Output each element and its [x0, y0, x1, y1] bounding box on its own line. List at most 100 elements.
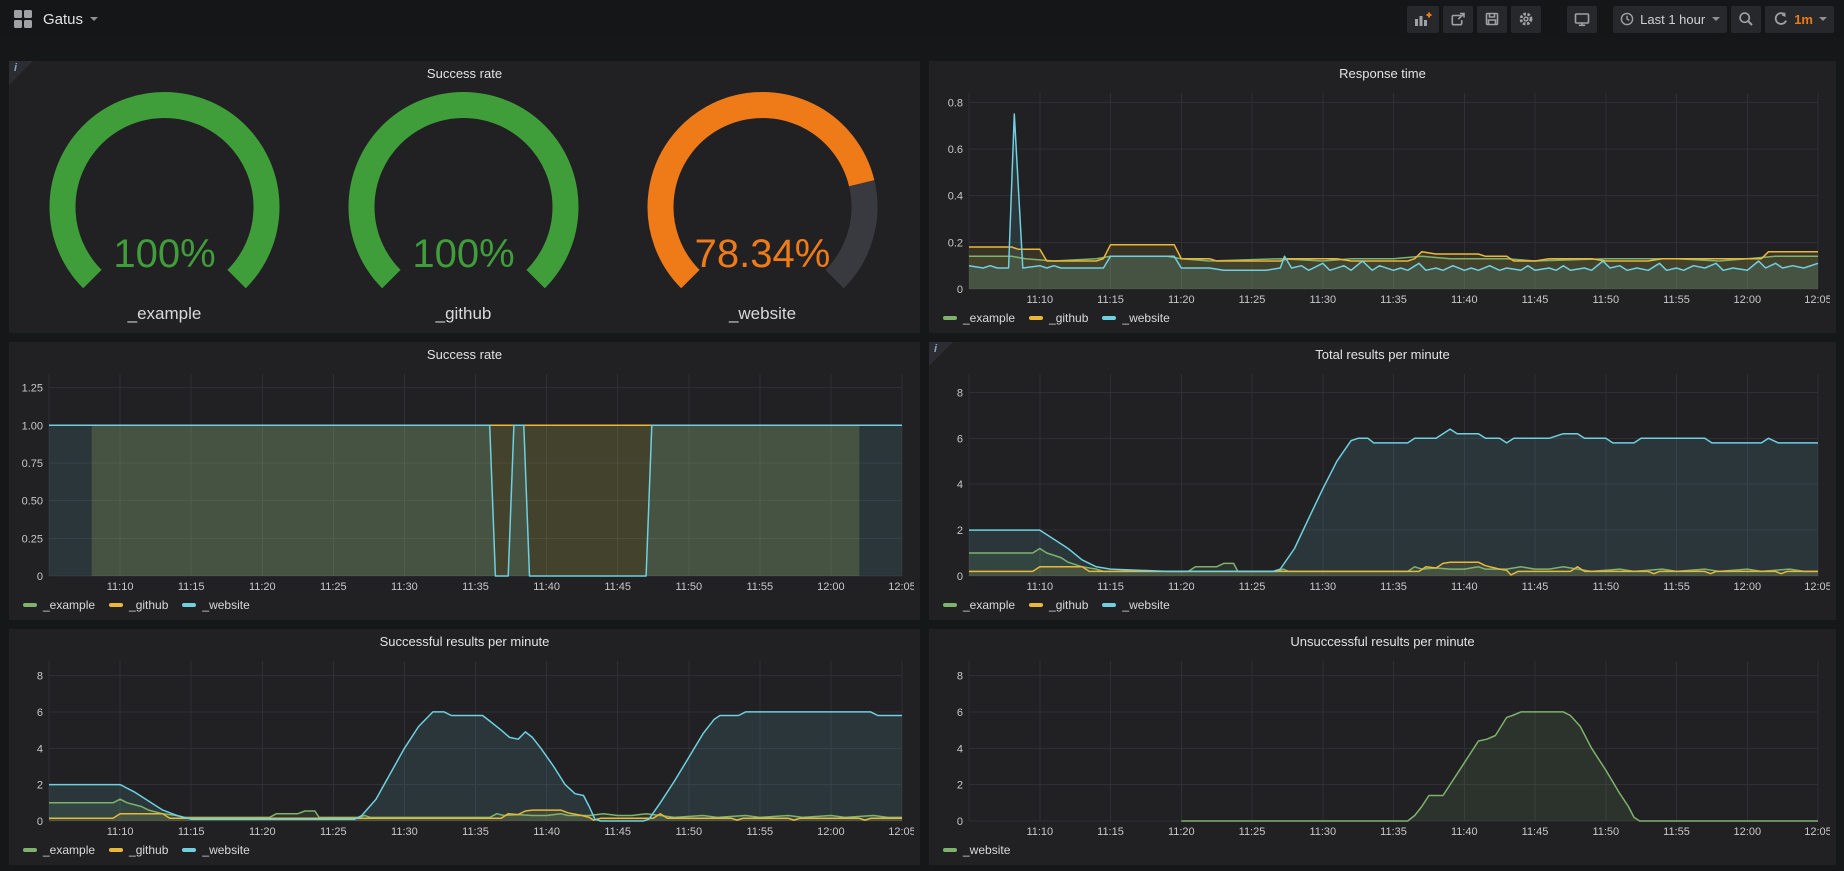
- y-axis-tick-label: 4: [957, 479, 963, 491]
- gauge-value: 100%: [412, 232, 514, 276]
- share-icon: [1450, 11, 1466, 27]
- gauge-row: 100%_example100%_github78.34%_website: [9, 87, 920, 329]
- gauge-value: 100%: [113, 232, 215, 276]
- y-axis-tick-label: 0: [957, 816, 963, 828]
- x-axis-tick-label: 11:50: [1592, 294, 1619, 306]
- x-axis-tick-label: 12:05: [888, 826, 914, 838]
- save-button[interactable]: [1477, 6, 1507, 33]
- legend-item-_website[interactable]: _website: [1102, 311, 1169, 325]
- panel-title[interactable]: Unsuccessful results per minute: [929, 629, 1836, 655]
- legend-item-_github[interactable]: _github: [1029, 311, 1088, 325]
- legend-item-_github[interactable]: _github: [1029, 598, 1088, 612]
- info-icon[interactable]: i: [14, 62, 17, 74]
- x-axis-tick-label: 11:50: [1592, 826, 1619, 838]
- legend-item-_github[interactable]: _github: [109, 843, 168, 857]
- gauge-remainder-arc: [835, 183, 865, 279]
- x-axis-tick-label: 11:15: [1097, 294, 1124, 306]
- success-rate-chart[interactable]: 00.250.500.751.001.2511:1011:1511:2011:2…: [15, 368, 914, 594]
- legend-item-_website[interactable]: _website: [182, 843, 249, 857]
- x-axis-tick-label: 11:35: [1380, 826, 1407, 838]
- gauge-label: _example: [128, 303, 202, 329]
- legend-item-_website[interactable]: _website: [943, 843, 1010, 857]
- x-axis-tick-label: 12:05: [1804, 581, 1830, 593]
- x-axis-tick-label: 11:40: [1451, 581, 1478, 593]
- gauge-arc: 78.34%: [613, 87, 912, 303]
- chart-wrap: 00.250.500.751.001.2511:1011:1511:2011:2…: [9, 368, 920, 616]
- x-axis-tick-label: 11:25: [1239, 581, 1266, 593]
- legend-marker: [1029, 316, 1043, 320]
- x-axis-tick-label: 11:45: [1522, 294, 1549, 306]
- x-axis-tick-label: 12:05: [1804, 826, 1830, 838]
- response-time-chart[interactable]: 00.20.40.60.811:1011:1511:2011:2511:3011…: [935, 87, 1830, 307]
- chevron-down-icon: [1712, 17, 1720, 21]
- panel-title[interactable]: Total results per minute: [929, 342, 1836, 368]
- gauge-arc: 100%: [15, 87, 314, 303]
- y-axis-tick-label: 2: [37, 780, 43, 792]
- y-axis-tick-label: 4: [957, 743, 963, 755]
- time-range-picker[interactable]: Last 1 hour: [1613, 6, 1727, 33]
- x-axis-tick-label: 11:10: [107, 826, 134, 838]
- panel-unsuccessful-results: Unsuccessful results per minute 0246811:…: [929, 629, 1836, 865]
- x-axis-tick-label: 11:40: [1451, 294, 1478, 306]
- chart-legend: _example _github _website: [15, 839, 914, 861]
- x-axis-tick-label: 11:50: [675, 581, 702, 593]
- navbar: Gatus: [0, 0, 1844, 38]
- successful-results-chart[interactable]: 0246811:1011:1511:2011:2511:3011:3511:40…: [15, 655, 914, 839]
- info-icon[interactable]: i: [934, 343, 937, 355]
- x-axis-tick-label: 12:00: [817, 581, 845, 593]
- save-icon: [1484, 11, 1500, 27]
- y-axis-tick-label: 0: [957, 284, 963, 296]
- y-axis-tick-label: 8: [37, 671, 43, 683]
- grafana-grid-logo-icon[interactable]: [14, 10, 32, 28]
- chart-legend: _website: [935, 839, 1830, 861]
- series-area-_website: [49, 425, 902, 576]
- x-axis-tick-label: 11:45: [604, 826, 631, 838]
- panel-success-rate-graph: Success rate 00.250.500.751.001.2511:101…: [9, 342, 920, 620]
- tv-mode-button[interactable]: [1567, 6, 1597, 33]
- x-axis-tick-label: 11:30: [1309, 581, 1336, 593]
- legend-marker: [182, 848, 196, 852]
- y-axis-tick-label: 1.25: [22, 383, 43, 395]
- share-button[interactable]: [1443, 6, 1473, 33]
- legend-item-_example[interactable]: _example: [943, 311, 1015, 325]
- legend-marker: [943, 316, 957, 320]
- navbar-left: Gatus: [14, 10, 98, 28]
- panel-info-corner[interactable]: [929, 342, 953, 366]
- panel-title[interactable]: Success rate: [9, 61, 920, 87]
- add-panel-button[interactable]: [1407, 6, 1439, 33]
- unsuccessful-results-chart[interactable]: 0246811:1011:1511:2011:2511:3011:3511:40…: [935, 655, 1830, 839]
- panel-title[interactable]: Response time: [929, 61, 1836, 87]
- legend-item-_github[interactable]: _github: [109, 598, 168, 612]
- x-axis-tick-label: 11:15: [1097, 826, 1124, 838]
- legend-item-_website[interactable]: _website: [182, 598, 249, 612]
- x-axis-tick-label: 11:45: [1522, 581, 1549, 593]
- zoom-out-button[interactable]: [1731, 6, 1761, 33]
- gauge-_website: 78.34%_website: [613, 87, 912, 329]
- panel-title[interactable]: Successful results per minute: [9, 629, 920, 655]
- chart-legend: _example _github _website: [935, 594, 1830, 616]
- x-axis-tick-label: 11:20: [249, 826, 276, 838]
- legend-label: _website: [202, 843, 249, 857]
- total-results-chart[interactable]: 0246811:1011:1511:2011:2511:3011:3511:40…: [935, 368, 1830, 594]
- y-axis-tick-label: 6: [37, 707, 43, 719]
- panel-info-corner[interactable]: [9, 61, 33, 85]
- legend-item-_website[interactable]: _website: [1102, 598, 1169, 612]
- x-axis-tick-label: 12:05: [1804, 294, 1830, 306]
- chevron-down-icon: [1819, 17, 1827, 21]
- y-axis-tick-label: 0: [957, 571, 963, 583]
- chevron-down-icon[interactable]: [90, 17, 98, 21]
- settings-button[interactable]: [1511, 6, 1541, 33]
- legend-item-_example[interactable]: _example: [943, 598, 1015, 612]
- x-axis-tick-label: 11:25: [320, 826, 347, 838]
- y-axis-tick-label: 8: [957, 387, 963, 399]
- refresh-interval-label: 1m: [1794, 12, 1813, 27]
- x-axis-tick-label: 11:20: [1168, 581, 1195, 593]
- legend-item-_example[interactable]: _example: [23, 598, 95, 612]
- x-axis-tick-label: 11:55: [1663, 294, 1690, 306]
- refresh-picker[interactable]: 1m: [1765, 6, 1834, 33]
- panel-title[interactable]: Success rate: [9, 342, 920, 368]
- dashboard-title[interactable]: Gatus: [43, 11, 83, 28]
- legend-item-_example[interactable]: _example: [23, 843, 95, 857]
- x-axis-tick-label: 11:15: [1097, 581, 1124, 593]
- navbar-actions: Last 1 hour 1m: [1403, 6, 1834, 33]
